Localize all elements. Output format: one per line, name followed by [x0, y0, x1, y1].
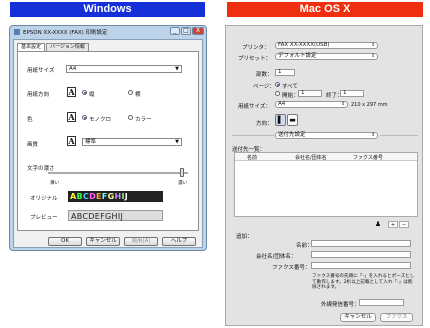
section-popup[interactable]: 送付先設定 ⇕ — [275, 132, 378, 139]
mac-header: Mac OS X — [227, 2, 423, 17]
orientation-label: 用紙方向 — [27, 92, 50, 98]
original-label: オリジナル — [30, 196, 58, 202]
orientation-landscape-radio[interactable] — [128, 90, 133, 95]
color-mono-label: モノクロ — [89, 117, 112, 123]
tab-version-info[interactable]: バージョン情報 — [46, 43, 89, 51]
preset-label: プリセット： — [238, 56, 272, 62]
chevron-down-icon: ▼ — [175, 66, 179, 72]
apply-button[interactable]: 適用(A) — [124, 237, 158, 246]
minimize-button[interactable]: _ — [170, 27, 180, 35]
window-title: EPSON XX-XXXX (FAX) 印刷設定 — [23, 30, 108, 36]
color-color-label: カラー — [135, 117, 152, 123]
original-sample: ABCDEFGHIJ — [68, 191, 163, 202]
preset-popup[interactable]: デフォルト設定 ⇕ — [275, 53, 378, 60]
maximize-button[interactable]: □ — [181, 27, 191, 35]
orientation-label-mac: 方向： — [256, 121, 273, 127]
paper-size-value-mac: A4 — [278, 101, 286, 107]
color-label: 色 — [27, 117, 33, 123]
section-value: 送付先設定 — [278, 132, 306, 138]
orientation-landscape-label: 横 — [135, 92, 141, 98]
quality-icon: A — [67, 136, 76, 146]
quality-select[interactable]: 標準 ▼ — [82, 138, 182, 146]
add-recipient-button[interactable]: + — [388, 221, 398, 228]
color-mode-icon: A — [67, 112, 76, 122]
remove-recipient-button[interactable]: − — [399, 221, 409, 228]
mac-print-dialog: プリンタ： FAX XX-XXXX(USB) ⇕ プリセット： デフォルト設定 … — [225, 25, 423, 326]
printer-value: FAX XX-XXXX(USB) — [278, 42, 330, 48]
paper-size-select[interactable]: A4 ▼ — [66, 65, 182, 73]
divider — [380, 135, 418, 136]
density-label: 文字の濃さ — [27, 166, 55, 172]
pages-from-field[interactable]: 1 — [298, 90, 322, 97]
column-company: 会社名/団体名 — [295, 155, 327, 161]
paper-size-value: A4 — [69, 66, 77, 72]
copies-label: 部数： — [256, 72, 273, 78]
updown-arrows-icon: ⇕ — [341, 102, 345, 107]
printer-label: プリンタ： — [242, 45, 270, 51]
preset-value: デフォルト設定 — [278, 53, 317, 59]
tab-bar: 基本設定 バージョン情報 — [17, 43, 90, 51]
column-name: 名前 — [247, 155, 258, 161]
fax-number-field[interactable] — [311, 262, 411, 269]
close-button[interactable]: X — [192, 27, 204, 35]
updown-arrows-icon: ⇕ — [371, 43, 375, 48]
pages-all-radio[interactable] — [275, 82, 280, 87]
settings-panel: 用紙サイズ A4 ▼ 用紙方向 A 縦 横 色 A モノクロ カラー 画質 A … — [17, 51, 199, 231]
pages-label: ページ： — [253, 84, 275, 90]
tab-basic-settings[interactable]: 基本設定 — [17, 43, 46, 51]
pages-range-radio[interactable] — [275, 91, 280, 96]
density-slider-thumb[interactable] — [179, 168, 184, 177]
printer-app-icon — [14, 29, 20, 35]
help-button[interactable]: ヘルプ — [162, 237, 196, 246]
paper-dims: 210 x 297 mm — [351, 102, 388, 108]
quality-value: 標準 — [85, 139, 97, 145]
fax-number-label: ファクス番号： — [272, 265, 311, 271]
printer-popup[interactable]: FAX XX-XXXX(USB) ⇕ — [275, 42, 378, 49]
dial-prefix-label: 外線発信番号： — [321, 302, 360, 308]
pages-all-label: すべて — [282, 84, 298, 90]
landscape-orientation-icon[interactable]: ▬ — [287, 114, 298, 126]
pages-from-label: 開始： — [282, 93, 299, 99]
fax-number-note: ファクス番号の先頭に「-」を入れるとポーズとして動作します。2桁以上記載として入… — [312, 274, 415, 290]
preview-sample: ABCDEFGHIJ — [68, 210, 163, 221]
windows-header: Windows — [10, 2, 205, 17]
paper-size-popup[interactable]: A4 ⇕ — [275, 101, 348, 108]
density-slider-track — [48, 172, 188, 174]
dial-prefix-field[interactable] — [359, 299, 404, 306]
name-field[interactable] — [311, 240, 411, 247]
density-dark-label: 濃い — [178, 181, 187, 186]
color-color-radio[interactable] — [128, 115, 133, 120]
preview-label: プレビュー — [30, 215, 58, 221]
company-label: 会社名/団体名： — [256, 254, 297, 260]
portrait-orientation-icon[interactable]: ▌ — [275, 114, 286, 126]
add-label: 追加： — [236, 234, 253, 240]
mac-fax-button[interactable]: ファクス — [380, 313, 413, 322]
quality-label: 画質 — [27, 142, 39, 148]
company-field[interactable] — [311, 251, 411, 258]
dialog-body: 基本設定 バージョン情報 用紙サイズ A4 ▼ 用紙方向 A 縦 横 色 A モ… — [13, 39, 203, 248]
divider — [232, 135, 274, 136]
updown-arrows-icon: ⇕ — [371, 133, 375, 138]
color-mono-radio[interactable] — [82, 115, 87, 120]
paper-size-label: 用紙サイズ — [27, 68, 55, 74]
copies-field[interactable]: 1 — [275, 69, 295, 76]
orientation-portrait-label: 縦 — [89, 92, 95, 98]
windows-print-dialog: EPSON XX-XXXX (FAX) 印刷設定 _ □ X 基本設定 バージョ… — [9, 25, 207, 251]
cancel-button[interactable]: キャンセル — [86, 237, 120, 246]
mac-cancel-button[interactable]: キャンセル — [340, 313, 376, 322]
column-fax: ファクス番号 — [353, 155, 383, 161]
chevron-down-icon: ▼ — [175, 139, 179, 145]
recipient-table[interactable]: 名前 会社名/団体名 ファクス番号 — [234, 152, 418, 217]
portrait-page-icon: A — [67, 87, 76, 97]
paper-size-label-mac: 用紙サイズ： — [238, 104, 271, 110]
density-light-label: 薄い — [50, 181, 59, 186]
updown-arrows-icon: ⇕ — [371, 54, 375, 59]
address-book-icon[interactable]: ♟ — [374, 221, 382, 228]
orientation-portrait-radio[interactable] — [82, 90, 87, 95]
ok-button[interactable]: OK — [48, 237, 82, 246]
pages-to-field[interactable]: 1 — [340, 90, 364, 97]
